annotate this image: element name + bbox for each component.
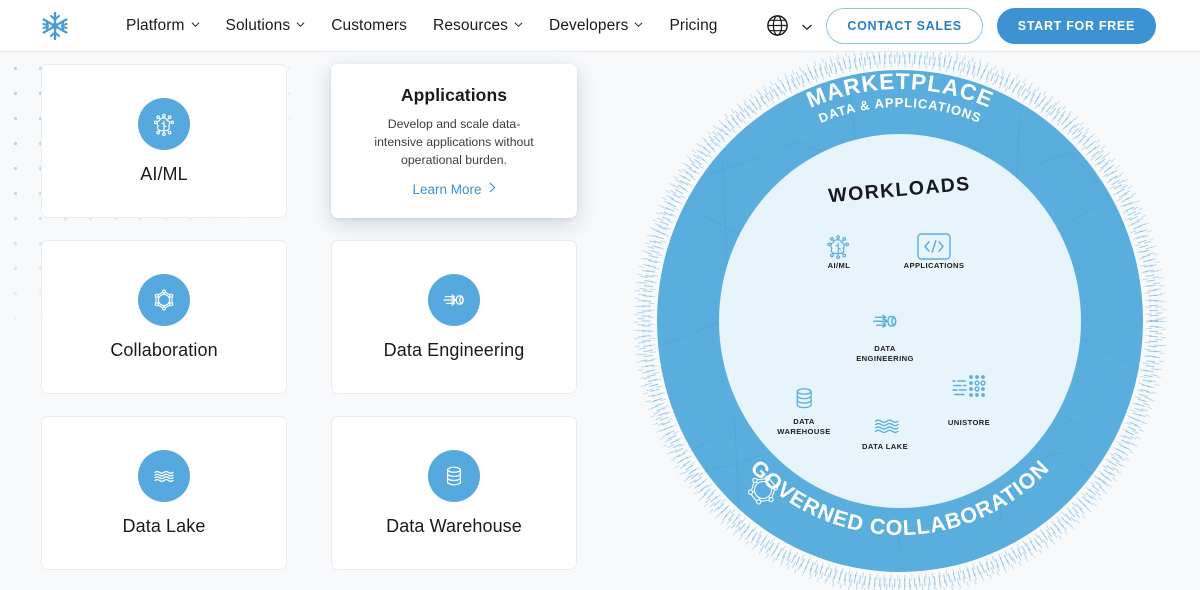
nav-item-developers[interactable]: Developers [549,17,643,35]
data-pipeline-icon [428,273,480,326]
chevron-right-icon [489,182,496,196]
start-for-free-button[interactable]: START FOR FREE [996,7,1156,44]
diagram-label: APPLICATIONS [904,261,965,270]
card-description: Develop and scale data-intensive applica… [374,117,534,167]
card-applications[interactable]: Applications Develop and scale data-inte… [331,64,577,218]
nav-item-pricing[interactable]: Pricing [669,17,717,35]
header-actions: CONTACT SALES START FOR FREE [765,7,1156,44]
contact-sales-button[interactable]: CONTACT SALES [826,7,983,44]
card-title: Applications [400,85,508,106]
card-title: AI/ML [140,163,188,184]
database-cylinder-icon [428,449,480,502]
nav-label: Customers [331,16,408,34]
nav-item-solutions[interactable]: Solutions [226,17,306,35]
diagram-label: DATA [793,417,815,426]
diagram-label-line2: WAREHOUSE [777,427,830,436]
globe-icon[interactable] [765,13,791,39]
card-data-lake[interactable]: Data Lake [41,416,287,570]
chevron-down-icon [296,20,305,29]
hexagon-network-icon [138,273,190,326]
brain-circuit-icon [138,97,190,150]
snowflake-logo-icon[interactable] [36,7,74,45]
card-title: Collaboration [110,339,218,360]
card-collaboration[interactable]: Collaboration [41,240,287,394]
chevron-down-icon [191,20,200,29]
nav-item-platform[interactable]: Platform [126,17,200,35]
diagram-label: AI/ML [828,261,851,270]
card-data-engineering[interactable]: Data Engineering [331,240,577,394]
learn-more-label: Learn More [412,181,482,197]
card-title: Data Warehouse [386,515,522,536]
workload-card-grid: AI/ML Applications Develop and scale dat… [41,64,577,570]
site-header: Platform Solutions Customers Resources D… [0,0,1200,52]
chevron-down-icon [634,20,643,29]
data-pipeline-icon [873,314,897,328]
page-body: AI/ML Applications Develop and scale dat… [0,52,1200,590]
nav-label: Platform [126,16,185,34]
nav-label: Developers [549,16,629,34]
nav-label: Resources [433,16,509,34]
diagram-label: UNISTORE [948,418,990,427]
card-title: Data Engineering [383,339,525,360]
nav-item-resources[interactable]: Resources [433,17,523,35]
main-navigation: Platform Solutions Customers Resources D… [126,17,718,35]
chevron-down-icon[interactable] [801,20,813,31]
diagram-label-line2: ENGINEERING [856,354,914,363]
diagram-label: DATA LAKE [862,442,908,451]
learn-more-link[interactable]: Learn More [412,182,495,197]
card-data-warehouse[interactable]: Data Warehouse [331,416,577,570]
diagram-label: DATA [874,344,896,353]
card-ai-ml[interactable]: AI/ML [41,64,287,218]
card-title: Data Lake [122,515,206,536]
nav-label: Solutions [225,16,291,34]
nav-item-customers[interactable]: Customers [331,17,407,35]
chevron-down-icon [514,20,523,29]
waves-icon [138,449,190,502]
nav-label: Pricing [669,16,718,34]
platform-circle-diagram: MARKETPLACE DATA & APPLICATIONS GOVERNED… [600,52,1200,590]
